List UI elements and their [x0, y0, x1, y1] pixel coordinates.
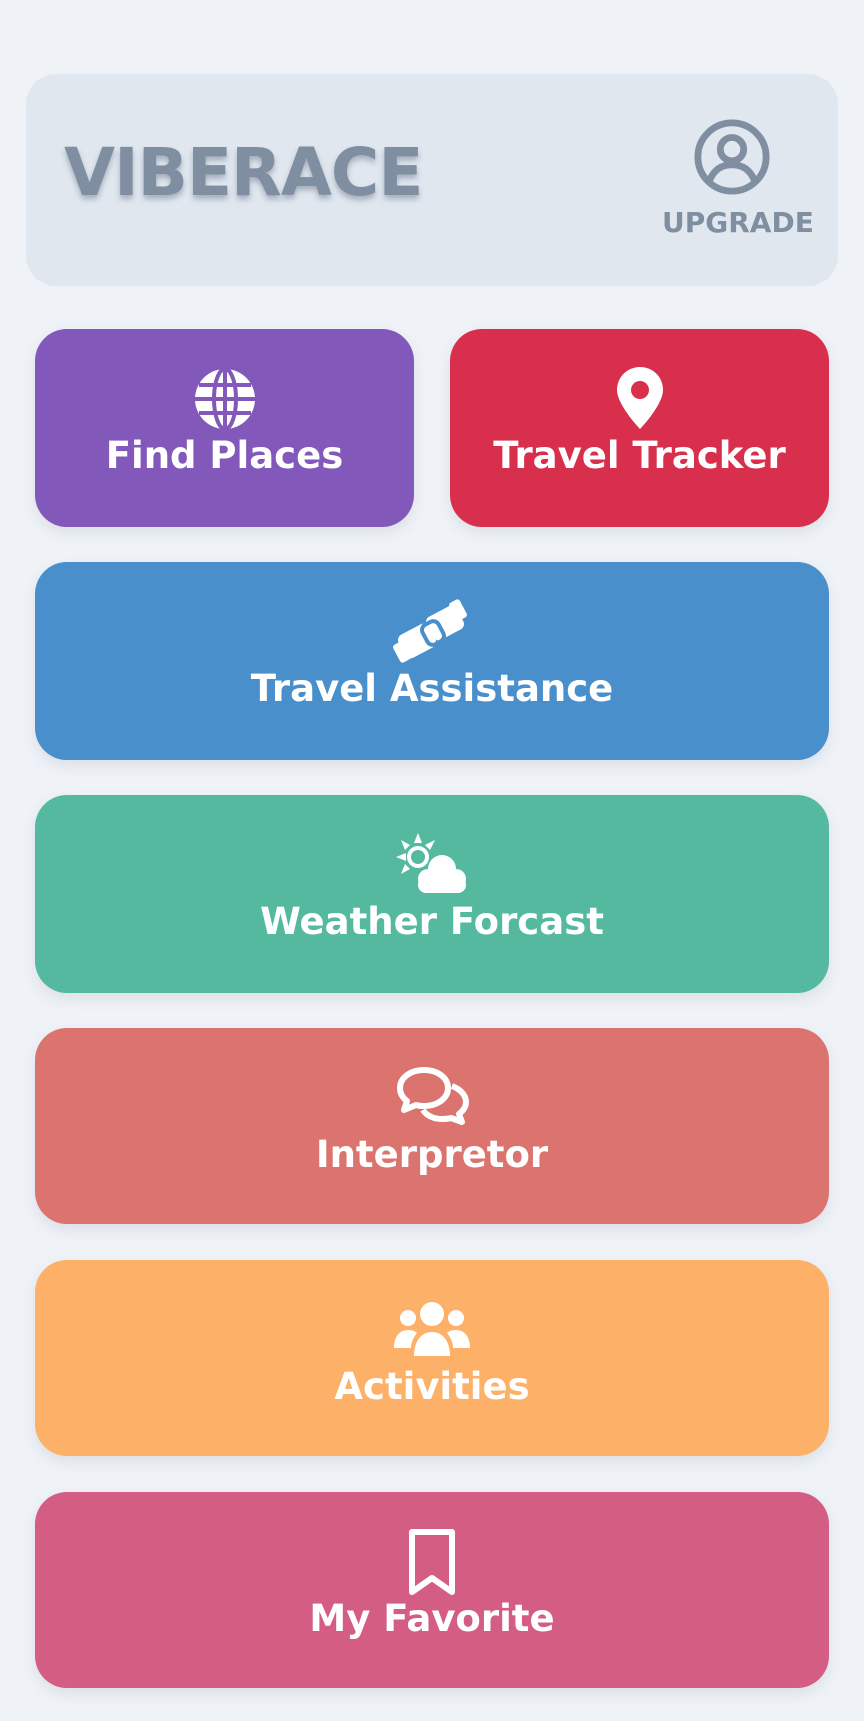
travel-assistance-label: Travel Assistance [250, 667, 614, 710]
my-favorite-label: My Favorite [309, 1597, 555, 1640]
user-circle-icon [694, 119, 770, 195]
sun-cloud-icon [396, 833, 466, 893]
upgrade-label: UPGRADE [662, 206, 814, 239]
bookmark-icon [409, 1529, 455, 1595]
globe-icon [194, 367, 255, 431]
travel-assistance-button[interactable]: Travel Assistance [35, 562, 829, 760]
activities-button[interactable]: Activities [35, 1260, 829, 1456]
travel-tracker-button[interactable]: Travel Tracker [450, 329, 829, 527]
app-header: VIBERACE UPGRADE [26, 74, 838, 286]
my-favorite-button[interactable]: My Favorite [35, 1492, 829, 1688]
upgrade-button[interactable]: UPGRADE [662, 118, 814, 258]
app-logo: VIBERACE [64, 134, 423, 211]
find-places-button[interactable]: Find Places [35, 329, 414, 527]
find-places-label: Find Places [105, 434, 344, 477]
group-people-icon [394, 1302, 470, 1356]
map-pin-icon [616, 367, 663, 429]
activities-label: Activities [334, 1365, 530, 1408]
interpretor-button[interactable]: Interpretor [35, 1028, 829, 1224]
chat-bubbles-icon [397, 1067, 469, 1125]
handshake-icon [393, 599, 467, 663]
interpretor-label: Interpretor [315, 1133, 549, 1176]
weather-forcast-label: Weather Forcast [260, 900, 604, 943]
weather-forcast-button[interactable]: Weather Forcast [35, 795, 829, 993]
travel-tracker-label: Travel Tracker [493, 434, 786, 477]
